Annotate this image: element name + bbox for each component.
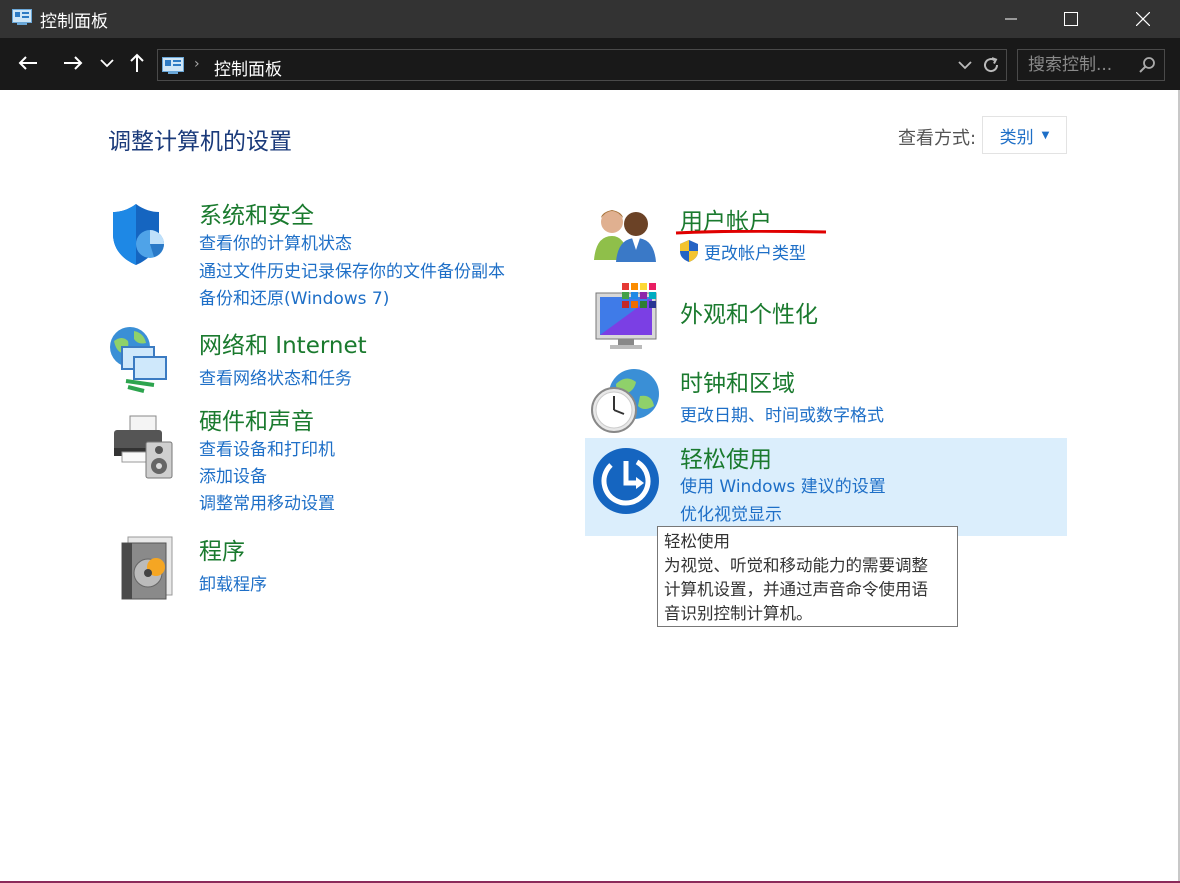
users-icon bbox=[592, 206, 662, 266]
optimize-visual-display-link[interactable]: 优化视觉显示 bbox=[680, 500, 782, 525]
search-input[interactable] bbox=[1018, 50, 1136, 80]
ease-of-access-tooltip: 轻松使用 为视觉、听觉和移动能力的需要调整 计算机设置，并通过声音命令使用语 音… bbox=[657, 526, 958, 627]
refresh-icon[interactable] bbox=[982, 56, 1000, 78]
dropdown-caret-icon: ▼ bbox=[1041, 129, 1050, 141]
devices-printers-link[interactable]: 查看设备和打印机 bbox=[199, 435, 335, 460]
windows-recommended-settings-link[interactable]: 使用 Windows 建议的设置 bbox=[680, 472, 886, 497]
tooltip-line: 为视觉、听觉和移动能力的需要调整 bbox=[664, 556, 928, 575]
view-by-value: 类别 bbox=[999, 127, 1034, 148]
tooltip-line: 计算机设置，并通过声音命令使用语 bbox=[664, 580, 928, 599]
back-arrow-icon[interactable] bbox=[15, 50, 41, 76]
window-title: 控制面板 bbox=[40, 12, 108, 32]
clock-region-heading[interactable]: 时钟和区域 bbox=[680, 364, 795, 398]
content-area: 调整计算机的设置 查看方式: 类别 ▼ 系统和安全 查看你的计算机状态 通过文件… bbox=[0, 90, 1180, 883]
change-date-time-format-link[interactable]: 更改日期、时间或数字格式 bbox=[680, 401, 884, 426]
recent-locations-chevron-icon[interactable] bbox=[94, 50, 120, 76]
address-bar[interactable]: › 控制面板 bbox=[157, 49, 1007, 81]
close-button[interactable] bbox=[1120, 0, 1166, 38]
navigation-bar: › 控制面板 bbox=[0, 38, 1180, 90]
view-computer-status-link[interactable]: 查看你的计算机状态 bbox=[199, 229, 352, 254]
network-icon bbox=[108, 325, 170, 399]
view-by-label: 查看方式: bbox=[898, 128, 977, 149]
hardware-sound-heading[interactable]: 硬件和声音 bbox=[199, 402, 314, 436]
tooltip-title: 轻松使用 bbox=[664, 532, 730, 551]
annotation-underline bbox=[675, 230, 827, 235]
programs-heading[interactable]: 程序 bbox=[199, 532, 245, 566]
tooltip-line: 音识别控制计算机。 bbox=[664, 604, 813, 623]
up-arrow-icon[interactable] bbox=[124, 50, 150, 76]
mobility-settings-link[interactable]: 调整常用移动设置 bbox=[199, 489, 335, 514]
title-bar: 控制面板 bbox=[0, 0, 1180, 38]
appearance-heading[interactable]: 外观和个性化 bbox=[680, 295, 818, 329]
add-device-link[interactable]: 添加设备 bbox=[199, 462, 267, 487]
control-panel-location-icon bbox=[162, 57, 184, 79]
clock-globe-icon bbox=[590, 366, 662, 440]
maximize-button[interactable] bbox=[1048, 0, 1094, 38]
uac-shield-icon bbox=[678, 239, 700, 267]
control-panel-icon bbox=[12, 9, 32, 25]
system-security-heading[interactable]: 系统和安全 bbox=[199, 196, 314, 230]
programs-icon bbox=[118, 533, 176, 605]
change-account-type-link[interactable]: 更改帐户类型 bbox=[704, 239, 806, 264]
ease-of-access-heading[interactable]: 轻松使用 bbox=[680, 440, 772, 474]
search-icon[interactable] bbox=[1138, 56, 1156, 78]
appearance-icon bbox=[594, 281, 662, 355]
view-by-dropdown[interactable]: 类别 ▼ bbox=[982, 116, 1067, 154]
backup-restore-link[interactable]: 备份和还原(Windows 7) bbox=[199, 284, 389, 309]
minimize-button[interactable] bbox=[988, 0, 1034, 38]
uninstall-program-link[interactable]: 卸载程序 bbox=[199, 570, 267, 595]
breadcrumb-separator-icon[interactable]: › bbox=[194, 56, 200, 72]
page-title: 调整计算机的设置 bbox=[108, 129, 292, 155]
search-box[interactable] bbox=[1017, 49, 1165, 81]
view-network-status-link[interactable]: 查看网络状态和任务 bbox=[199, 364, 352, 389]
ease-of-access-icon bbox=[592, 447, 660, 519]
address-dropdown-chevron-icon[interactable] bbox=[958, 57, 972, 76]
printer-icon bbox=[108, 412, 180, 484]
file-history-backup-link[interactable]: 通过文件历史记录保存你的文件备份副本 bbox=[199, 257, 505, 282]
network-heading[interactable]: 网络和 Internet bbox=[199, 326, 367, 360]
shield-icon bbox=[110, 202, 168, 270]
breadcrumb[interactable]: 控制面板 bbox=[214, 55, 282, 80]
forward-arrow-icon[interactable] bbox=[60, 50, 86, 76]
